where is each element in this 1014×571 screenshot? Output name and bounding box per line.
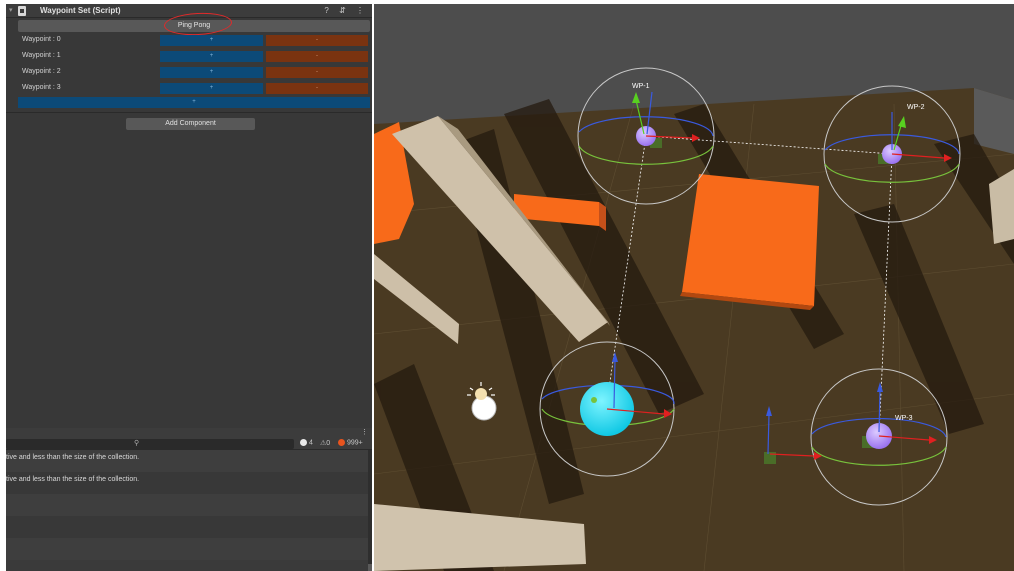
waypoint-row: Waypoint : 1 + - — [22, 51, 372, 63]
console-panel: ⋮ ⚲ 4 ⚠0 999+ tive and less than the siz… — [6, 428, 372, 571]
console-scrollbar[interactable] — [368, 450, 372, 571]
script-icon — [18, 6, 26, 16]
remove-waypoint-button[interactable]: - — [266, 35, 368, 46]
add-waypoint-button[interactable]: + — [18, 97, 370, 108]
console-search-input[interactable]: ⚲ — [6, 439, 294, 449]
console-message-empty — [6, 516, 368, 538]
console-message-empty — [6, 538, 368, 560]
error-icon — [338, 439, 345, 446]
insert-waypoint-button[interactable]: + — [160, 35, 263, 46]
component-title: Waypoint Set (Script) — [40, 6, 121, 15]
error-count-toggle[interactable]: 999+ — [338, 439, 363, 446]
waypoint-label: Waypoint : 1 — [22, 52, 61, 59]
console-message[interactable]: tive and less than the size of the colle… — [6, 472, 368, 494]
console-filter-bar: ⚲ 4 ⚠0 999+ — [6, 438, 372, 450]
info-count: 4 — [309, 439, 313, 447]
waypoint-label: Waypoint : 2 — [22, 68, 61, 75]
console-message[interactable]: tive and less than the size of the colle… — [6, 450, 368, 472]
insert-waypoint-button[interactable]: + — [160, 51, 263, 62]
error-count: 999+ — [347, 439, 363, 447]
info-icon — [300, 439, 307, 446]
add-component-button[interactable]: Add Component — [126, 118, 255, 130]
waypoint-label: Waypoint : 3 — [22, 84, 61, 91]
wp2-label: WP-2 — [907, 104, 925, 111]
wp1-label: WP-1 — [632, 83, 650, 90]
scene-render — [374, 4, 1014, 571]
remove-waypoint-button[interactable]: - — [266, 67, 368, 78]
console-message-empty — [6, 494, 368, 516]
divider — [6, 112, 372, 113]
component-header-icons[interactable]: ? ⇵ ⋮ — [324, 6, 368, 15]
remove-waypoint-button[interactable]: - — [266, 83, 368, 94]
remove-waypoint-button[interactable]: - — [266, 51, 368, 62]
insert-waypoint-button[interactable]: + — [160, 83, 263, 94]
info-count-toggle[interactable]: 4 — [300, 439, 313, 446]
warning-count: 0 — [326, 440, 331, 447]
insert-waypoint-button[interactable]: + — [160, 67, 263, 78]
console-scrollbar-thumb[interactable] — [368, 564, 372, 571]
unity-editor: ▾ Waypoint Set (Script) ? ⇵ ⋮ Ping Pong … — [0, 0, 1014, 571]
waypoint-row: Waypoint : 2 + - — [22, 67, 372, 79]
more-options-icon[interactable]: ⋮ — [361, 428, 368, 436]
inspector-panel: ▾ Waypoint Set (Script) ? ⇵ ⋮ Ping Pong … — [6, 4, 372, 428]
orange-block — [682, 174, 819, 306]
wp3-label: WP-3 — [895, 415, 913, 422]
fold-arrow-icon[interactable]: ▾ — [9, 6, 13, 14]
warning-count-toggle[interactable]: ⚠0 — [320, 439, 330, 447]
scene-view[interactable]: WP-1 WP-2 WP-3 — [374, 4, 1014, 571]
waypoint-row: Waypoint : 0 + - — [22, 35, 372, 47]
search-icon: ⚲ — [134, 440, 140, 447]
console-toolbar: ⋮ — [6, 428, 372, 438]
waypoint-label: Waypoint : 0 — [22, 36, 61, 43]
waypoint-row: Waypoint : 3 + - — [22, 83, 372, 95]
